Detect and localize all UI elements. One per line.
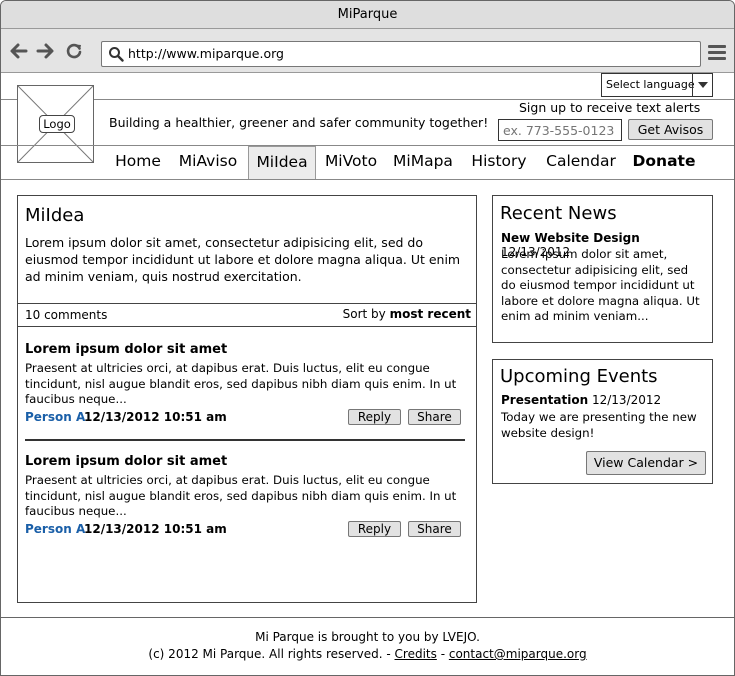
hamburger-menu-icon[interactable] xyxy=(708,45,726,61)
comments-top-divider xyxy=(18,303,476,304)
reload-icon[interactable] xyxy=(64,41,84,61)
comment-title: Lorem ipsum dolor sit amet xyxy=(25,454,228,469)
comment-author-link[interactable]: Person A xyxy=(25,410,85,424)
reply-button[interactable]: Reply xyxy=(348,409,401,425)
comment-date: 12/13/2012 10:51 am xyxy=(84,522,227,536)
share-button[interactable]: Share xyxy=(408,521,461,537)
signup-label: Sign up to receive text alerts xyxy=(519,100,701,115)
nav-item-mimapa[interactable]: MiMapa xyxy=(387,146,459,179)
phone-number-field[interactable] xyxy=(498,119,622,141)
footer-credit-line: Mi Parque is brought to you by LVEJO. xyxy=(255,630,480,644)
browser-toolbar: http://www.miparque.org xyxy=(1,29,734,73)
chevron-down-icon xyxy=(692,74,712,96)
main-nav: Home MiAviso MiIdea MiVoto MiMapa Histor… xyxy=(1,146,734,179)
nav-bottom-divider xyxy=(1,179,734,180)
footer-separator: - xyxy=(440,647,446,661)
browser-window: MiParque http://www.miparque.org Select … xyxy=(0,0,735,676)
comments-count: 10 comments xyxy=(25,308,108,322)
forward-arrow-icon[interactable] xyxy=(35,41,55,61)
nav-item-donate[interactable]: Donate xyxy=(628,146,700,179)
credits-link[interactable]: Credits xyxy=(395,647,437,661)
sort-value[interactable]: most recent xyxy=(390,307,471,321)
upcoming-events-panel: Upcoming Events Presentation 12/13/2012 … xyxy=(492,359,713,484)
sort-prefix: Sort by xyxy=(342,307,386,321)
reply-button[interactable]: Reply xyxy=(348,521,401,537)
comment-author-link[interactable]: Person A xyxy=(25,522,85,536)
comment-divider xyxy=(25,439,465,441)
event-headline: Presentation 12/13/2012 xyxy=(501,393,661,407)
footer-copyright-line: (c) 2012 Mi Parque. All rights reserved.… xyxy=(1,647,734,661)
address-bar[interactable]: http://www.miparque.org xyxy=(101,41,701,67)
search-icon xyxy=(109,47,124,62)
view-calendar-button[interactable]: View Calendar > xyxy=(586,451,706,475)
event-title[interactable]: Presentation xyxy=(501,393,588,407)
event-date: 12/13/2012 xyxy=(591,393,662,407)
upcoming-events-title: Upcoming Events xyxy=(500,366,658,387)
url-text: http://www.miparque.org xyxy=(128,46,284,61)
recent-news-panel: Recent News New Website Design 12/13/201… xyxy=(492,195,713,343)
news-headline-title[interactable]: New Website Design xyxy=(501,231,640,245)
site-footer: Mi Parque is brought to you by LVEJO. (c… xyxy=(1,617,734,675)
comment-title: Lorem ipsum dolor sit amet xyxy=(25,342,228,357)
event-description: Today we are presenting the new website … xyxy=(501,410,697,440)
language-select[interactable]: Select language xyxy=(601,73,713,97)
page-title: MiIdea xyxy=(25,205,85,226)
back-arrow-icon[interactable] xyxy=(9,41,29,61)
nav-item-history[interactable]: History xyxy=(464,146,534,179)
miidea-panel: MiIdea Lorem ipsum dolor sit amet, conse… xyxy=(17,195,477,603)
share-button[interactable]: Share xyxy=(408,409,461,425)
nav-item-home[interactable]: Home xyxy=(109,146,167,179)
nav-item-calendar[interactable]: Calendar xyxy=(538,146,624,179)
get-avisos-button[interactable]: Get Avisos xyxy=(628,119,713,140)
contact-email-link[interactable]: contact@miparque.org xyxy=(449,647,587,661)
window-title: MiParque xyxy=(1,1,734,29)
nav-item-miidea[interactable]: MiIdea xyxy=(248,146,316,179)
recent-news-title: Recent News xyxy=(500,203,617,224)
nav-item-mivoto[interactable]: MiVoto xyxy=(319,146,383,179)
idea-description: Lorem ipsum dolor sit amet, consectetur … xyxy=(25,235,461,284)
copyright-text: (c) 2012 Mi Parque. All rights reserved.… xyxy=(148,647,391,661)
comment-date: 12/13/2012 10:51 am xyxy=(84,410,227,424)
site-tagline: Building a healthier, greener and safer … xyxy=(109,115,489,130)
news-body: Lorem ipsum dolor sit amet, consectetur … xyxy=(501,247,700,323)
comment-body: Praesent at ultricies orci, at dapibus e… xyxy=(25,473,457,518)
sort-control[interactable]: Sort by most recent xyxy=(343,307,471,321)
language-select-value: Select language xyxy=(606,78,695,91)
comment-body: Praesent at ultricies orci, at dapibus e… xyxy=(25,361,457,406)
comments-header-divider xyxy=(18,326,476,327)
nav-item-miaviso[interactable]: MiAviso xyxy=(171,146,245,179)
logo-label: Logo xyxy=(39,115,75,133)
